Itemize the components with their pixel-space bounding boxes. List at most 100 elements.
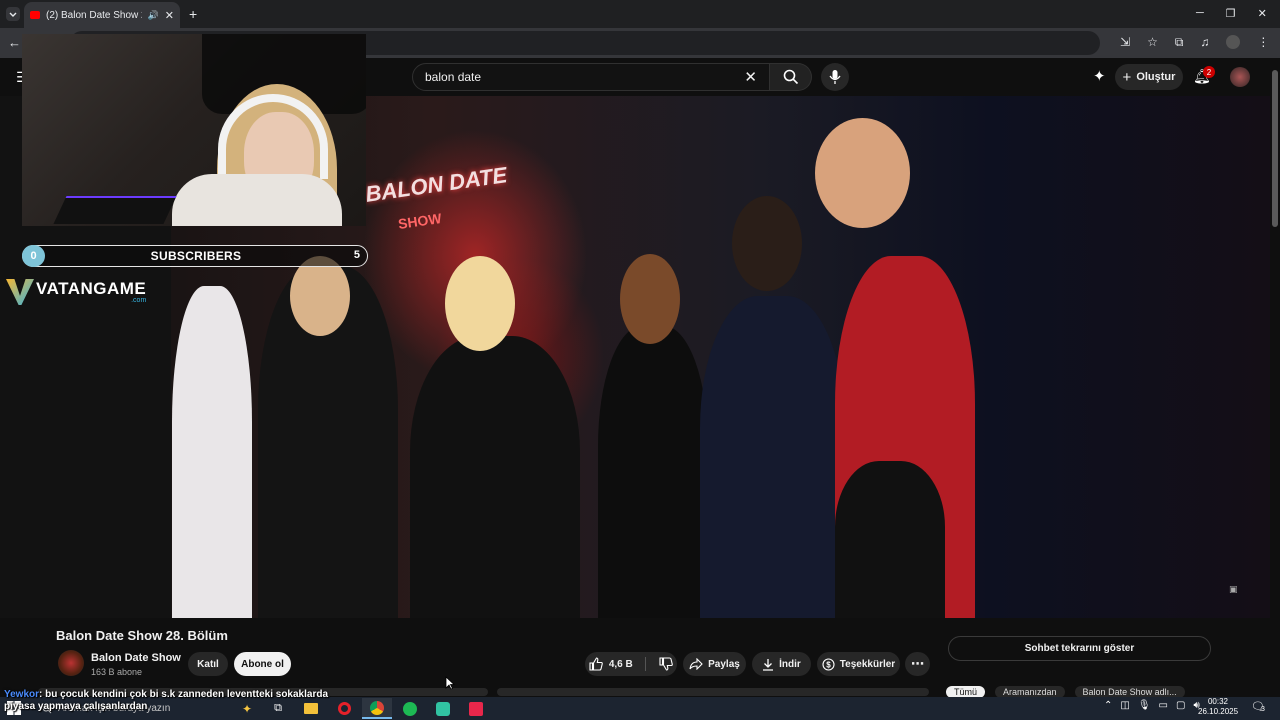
vatangame-logo: VATANGAME .com [6,279,146,305]
logo-text: VATANGAME [36,278,147,298]
youtube-favicon-icon [30,11,40,19]
chat-username: Yewkor [4,689,40,700]
action-center-button[interactable]: 🗨︎ 3 [1251,700,1265,713]
subscriber-current-count: 0 [22,245,45,267]
download-icon [763,658,774,671]
dislike-button[interactable] [659,657,673,671]
video-title: Balon Date Show 28. Bölüm [56,628,228,643]
channel-name[interactable]: Balon Date Show [91,652,181,664]
streamer-webcam [22,34,366,226]
action-center-count: 3 [1261,706,1265,713]
account-avatar[interactable] [1230,67,1250,87]
thumbs-up-icon [589,657,603,671]
chat-message-text: : bu çocuk kendini çok bi s.k zanneden l… [4,689,329,712]
clock-time: 00:32 [1207,697,1229,706]
video-figure [410,336,580,618]
like-count: 4,6 B [608,658,633,670]
subscribe-button[interactable]: Abone ol [234,652,291,676]
more-actions-button[interactable]: ⋯ [905,652,930,676]
search-input[interactable]: balon date ✕ [412,63,770,91]
svg-text:$: $ [826,660,831,669]
restore-window-button[interactable]: ❐ [1226,7,1236,20]
video-figure [835,461,945,618]
taskbar-clock[interactable]: 00:32 26.10.2025 [1198,697,1238,717]
minimize-window-button[interactable]: ─ [1196,7,1204,20]
subscriber-goal-count: 5 [353,249,360,261]
tray-network-icon[interactable]: ▭ [1159,700,1168,711]
thumbs-down-icon [659,657,673,671]
chrome-icon [370,700,384,715]
media-controls-icon[interactable]: ♫ [1200,35,1209,50]
stream-chat-message: Yewkor: bu çocuk kendini çok bi s.k zann… [4,689,354,713]
clear-search-icon[interactable]: ✕ [744,68,757,86]
logo-subtext: .com [131,296,147,304]
thanks-button[interactable]: $ Teşekkürler [817,652,900,676]
tray-display-icon[interactable]: ▢ [1176,700,1185,711]
notification-badge: 2 [1203,66,1215,78]
streamlabs-app[interactable] [428,698,458,719]
join-button[interactable]: Katıl [188,652,228,676]
video-figure [172,286,252,618]
voice-search-button[interactable] [821,63,849,91]
browser-tab-active[interactable]: (2) Balon Date Show 28. Bölü 🔊 ✕ [24,2,180,28]
streamlabs-icon [436,701,450,716]
profile-avatar[interactable] [1226,35,1241,49]
search-query-text: balon date [425,70,482,84]
search-icon [783,69,798,85]
super-thanks-icon: $ [822,657,835,671]
install-app-icon[interactable]: ⇲ [1120,35,1130,50]
video-figure [732,196,802,291]
description-box[interactable] [497,688,929,696]
browser-menu-icon[interactable]: ⋮ [1257,35,1269,50]
chat-replay-button[interactable]: Sohbet tekrarını göster [948,636,1211,661]
bookmark-star-icon[interactable]: ☆ [1147,35,1158,50]
studio-icon[interactable]: ✦ [1093,67,1106,85]
tray-mic-icon[interactable]: 🎙︎ [1138,700,1151,711]
speaker-icon: 🔊 [147,9,159,20]
notifications-button[interactable]: 🔔︎ 2 [1193,66,1215,86]
mouse-cursor-icon [445,676,455,690]
scrollbar-thumb[interactable] [1272,70,1278,227]
thanks-label: Teşekkürler [839,658,896,670]
more-horizontal-icon: ⋯ [911,656,924,671]
share-button[interactable]: Paylaş [683,652,746,676]
app-red-icon [469,701,483,716]
close-tab-icon[interactable]: ✕ [165,9,174,22]
download-button[interactable]: İndir [752,652,811,676]
share-label: Paylaş [708,658,740,670]
channel-watermark-icon[interactable]: ▣ [1229,584,1238,595]
channel-avatar[interactable] [58,650,84,676]
share-icon [689,658,703,670]
microphone-icon [829,70,841,84]
tray-chevron-icon[interactable]: ⌃ [1104,700,1112,711]
like-dislike-group: 4,6 B [585,652,677,676]
plus-icon: + [1122,68,1132,86]
back-arrow-icon[interactable]: ← [8,35,21,50]
create-button[interactable]: + Oluştur [1115,64,1183,90]
download-label: İndir [779,658,801,670]
search-button[interactable] [770,63,812,91]
close-window-button[interactable]: ✕ [1258,7,1267,20]
spotify-app[interactable] [395,698,425,719]
new-tab-button[interactable]: + [189,6,197,22]
video-figure [445,256,515,351]
video-figure [700,296,845,618]
tray-app-icon[interactable]: ◫ [1120,700,1129,711]
vatangame-v-icon [6,279,34,305]
chrome-app[interactable] [362,698,392,719]
extensions-icon[interactable]: ⧉ [1175,35,1184,50]
subscriber-goal-label: SUBSCRIBERS [150,249,242,263]
subscriber-goal-bar: SUBSCRIBERS 0 5 [22,245,368,267]
browser-tab-strip: (2) Balon Date Show 28. Bölü 🔊 ✕ + ─ ❐ ✕ [0,0,1280,28]
clock-date: 26.10.2025 [1198,707,1239,716]
tab-search-button[interactable] [6,7,20,21]
video-figure [598,326,708,618]
spotify-icon [403,701,417,716]
like-button[interactable]: 4,6 B [589,657,633,671]
video-figure [620,254,680,344]
channel-subscriber-count: 163 B abone [91,667,143,677]
red-app[interactable] [461,698,491,719]
video-figure [290,256,350,336]
like-divider [645,657,647,671]
tab-title: (2) Balon Date Show 28. Bölü [46,9,142,21]
